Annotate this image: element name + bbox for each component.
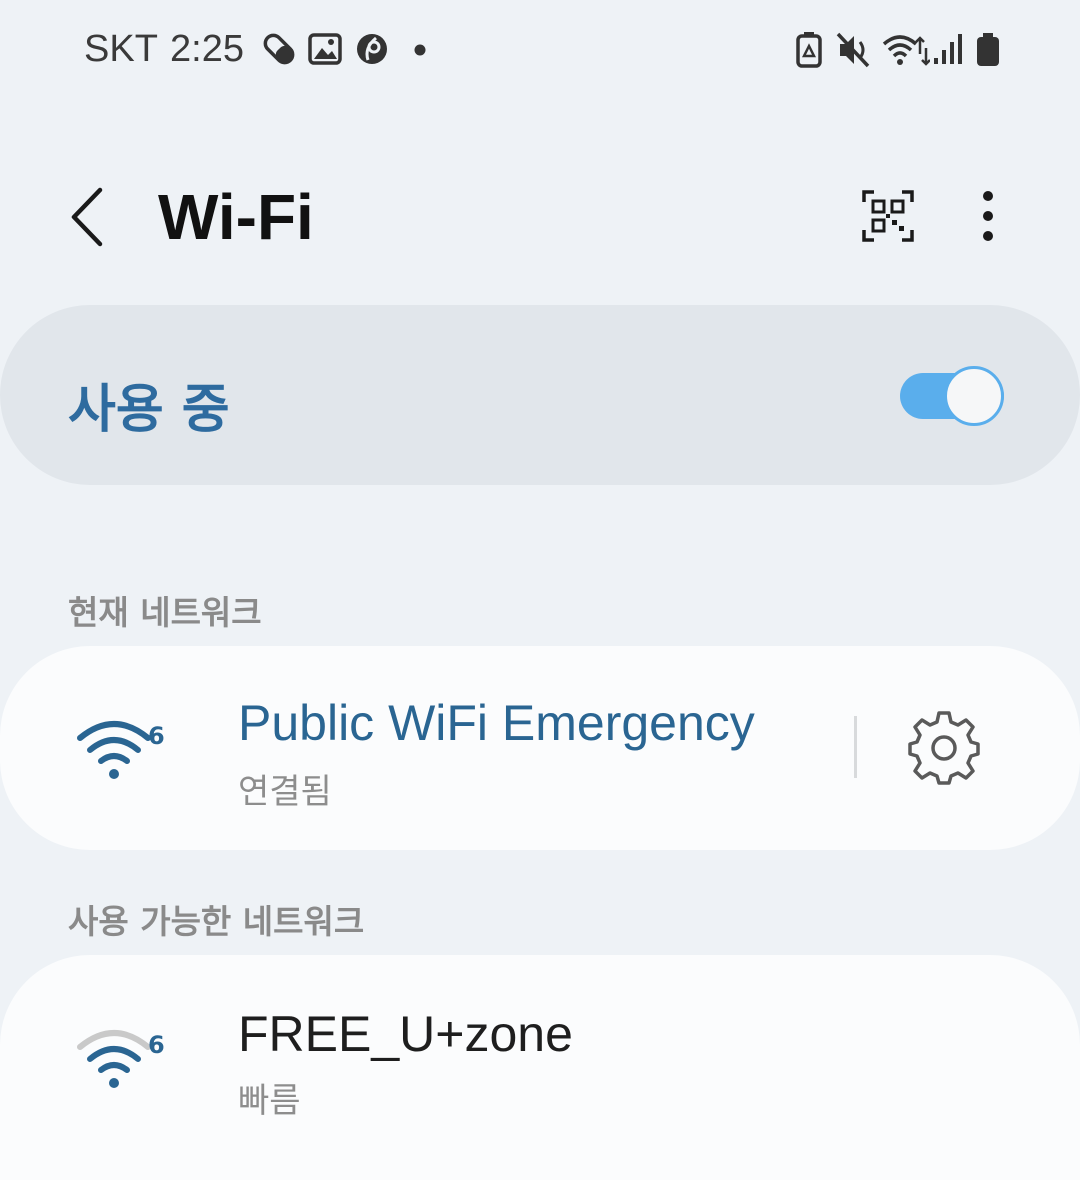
- mute-icon: [834, 30, 874, 70]
- network-name: FREE_U+zone: [238, 1006, 573, 1062]
- signal-icon: [932, 30, 966, 70]
- page-title: Wi-Fi: [158, 181, 314, 253]
- carrier-label: SKT: [84, 28, 158, 70]
- network-settings-button[interactable]: [906, 710, 982, 786]
- chevron-left-icon: [71, 187, 103, 247]
- divider: [854, 716, 857, 778]
- current-network-status: 연결됨: [238, 772, 332, 812]
- wifi-6-signal-icon: 6: [76, 714, 166, 784]
- toggle-thumb: [944, 366, 1004, 426]
- gallery-icon: [308, 30, 342, 68]
- battery-icon: [974, 30, 1002, 70]
- wifi-standard-label: 6: [148, 1031, 165, 1059]
- pill-icon: [262, 30, 296, 68]
- wifi-standard-label: 6: [148, 722, 165, 750]
- current-network-name: Public WiFi Emergency: [238, 695, 755, 751]
- gear-icon: [908, 711, 980, 785]
- qr-scan-icon: [862, 190, 914, 242]
- wifi-6-signal-icon: 6: [76, 1023, 166, 1093]
- wifi-toggle[interactable]: [900, 365, 1004, 426]
- more-vertical-icon: [983, 191, 993, 241]
- wifi-data-icon: [880, 30, 930, 70]
- back-button[interactable]: [62, 182, 122, 252]
- list-item[interactable]: 6 FREE_U+zone 빠름: [0, 955, 1080, 1155]
- clock: 2:25: [170, 28, 244, 70]
- app-notification-icon: [354, 30, 390, 68]
- current-network-header: 현재 네트워크: [68, 593, 262, 632]
- current-network-card[interactable]: 6 Public WiFi Emergency 연결됨: [0, 646, 1080, 850]
- wifi-master-switch-row[interactable]: 사용 중: [0, 305, 1080, 485]
- more-options-button[interactable]: [968, 188, 1008, 244]
- more-notifications-dot-icon: [412, 30, 428, 68]
- battery-saver-icon: [794, 30, 824, 70]
- network-speed-status: 빠름: [238, 1081, 301, 1121]
- status-bar: SKT 2:25: [0, 0, 1080, 100]
- available-network-list: 6 FREE_U+zone 빠름: [0, 955, 1080, 1180]
- wifi-status-label: 사용 중: [68, 380, 230, 440]
- qr-scan-button[interactable]: [862, 190, 914, 242]
- available-networks-header: 사용 가능한 네트워크: [68, 902, 365, 941]
